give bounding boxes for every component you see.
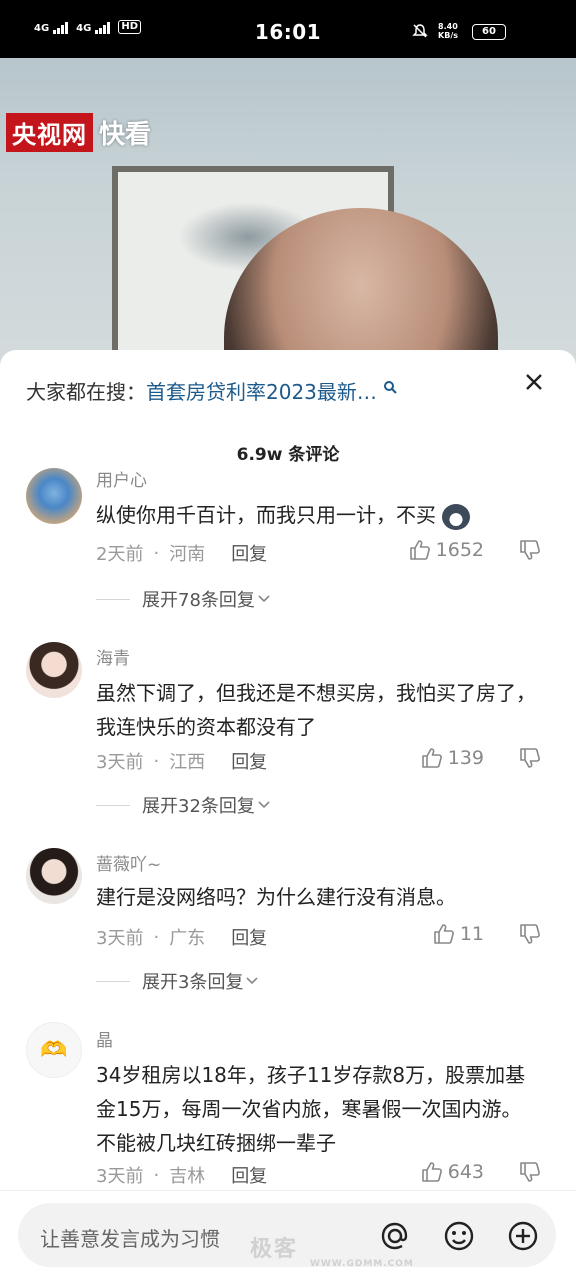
chevron-down-icon — [258, 801, 270, 809]
comment-time: 3天前 — [96, 752, 144, 773]
avatar[interactable] — [26, 848, 82, 904]
comment-username[interactable]: 晶 — [96, 1026, 113, 1051]
thumbs-down-icon[interactable] — [518, 1160, 542, 1184]
comment-time: 3天前 — [96, 1166, 144, 1187]
avatar[interactable]: 🫶 — [26, 1022, 82, 1078]
comment-location: 江西 — [169, 752, 206, 773]
expand-replies[interactable]: 展开3条回复 — [96, 968, 261, 994]
thumbs-down-icon[interactable] — [518, 746, 542, 770]
like-count: 11 — [459, 923, 484, 945]
like-button[interactable]: 139 — [420, 746, 484, 770]
comment-text: 虽然下调了，但我还是不想买房，我怕买了房了，我连快乐的资本都没有了 — [96, 681, 536, 739]
chevron-down-icon — [246, 977, 259, 985]
logo-sub: 快看 — [99, 120, 152, 150]
watermark-url: WWW.GDMM.COM — [310, 1259, 414, 1269]
thumbs-up-icon — [409, 540, 430, 560]
comment-time: 2天前 — [96, 544, 144, 565]
status-right: 8.40 KB/s — [412, 22, 458, 40]
comment-input-bar: 让善意发言成为习惯 极客 WWW.GDMM.COM — [0, 1190, 576, 1280]
search-term-link[interactable]: 首套房贷利率2023最新… — [146, 376, 377, 405]
network-speed: 8.40 KB/s — [438, 22, 458, 40]
thumbs-up-icon — [421, 1162, 442, 1182]
watermark: 极客 WWW.GDMM.COM — [250, 1231, 414, 1269]
reply-button[interactable]: 回复 — [231, 748, 267, 774]
heart-hands-icon: 🫶 — [40, 1037, 68, 1063]
like-count: 1652 — [435, 539, 484, 561]
avatar[interactable] — [26, 468, 82, 524]
reply-button[interactable]: 回复 — [231, 540, 267, 566]
watermark-text: 极客 — [250, 1237, 299, 1262]
thumbs-up-icon — [421, 748, 442, 768]
plus-icon[interactable] — [506, 1219, 540, 1253]
comment-username[interactable]: 用户心 — [96, 466, 147, 491]
video-player[interactable]: 央视网 快看 — [0, 58, 576, 368]
chevron-down-icon — [258, 595, 270, 603]
channel-logo: 央视网 快看 — [6, 113, 151, 152]
expand-replies[interactable]: 展开32条回复 — [96, 792, 273, 818]
comment-meta: 3天前 · 江西 回复 — [96, 748, 267, 774]
comment-meta: 3天前 · 广东 回复 — [96, 924, 267, 950]
status-bar: 4G 4G HD 16:01 8.40 KB/s 60 — [0, 0, 576, 58]
thumbs-up-icon — [434, 924, 454, 944]
comment-username[interactable]: 蔷薇吖~ — [96, 850, 161, 875]
search-prefix: 大家都在搜： — [26, 380, 146, 404]
trending-search[interactable]: 大家都在搜： 首套房贷利率2023最新… — [26, 376, 397, 405]
thumbs-down-icon[interactable] — [518, 538, 542, 562]
comment-location: 河南 — [169, 544, 206, 565]
comment-username[interactable]: 海青 — [96, 644, 130, 669]
mute-icon — [412, 24, 428, 38]
reply-button[interactable]: 回复 — [231, 1162, 267, 1188]
comment-location: 吉林 — [169, 1166, 206, 1187]
close-icon[interactable] — [522, 370, 546, 394]
comment-input-placeholder: 让善意发言成为习惯 — [40, 1227, 220, 1251]
like-count: 643 — [447, 1161, 484, 1183]
comment-location: 广东 — [169, 928, 206, 949]
comment-text: 建行是没网络吗？为什么建行没有消息。 — [96, 885, 456, 909]
comment-count: 6.9w 条评论 — [236, 445, 340, 465]
comment-text: 34岁租房以18年，孩子11岁存款8万，股票加基金15万，每周一次省内旅，寒暑假… — [96, 1063, 526, 1155]
comment-meta: 2天前 · 河南 回复 — [96, 540, 267, 566]
comment-text: 纵使你用千百计，而我只用一计，不买 — [96, 498, 536, 532]
comment-text-body: 纵使你用千百计，而我只用一计，不买 — [96, 503, 436, 527]
expand-replies-label: 展开3条回复 — [142, 972, 244, 993]
husky-emoji-icon — [442, 503, 471, 530]
expand-replies-label: 展开32条回复 — [142, 796, 255, 817]
speed-value: 8.40 — [438, 22, 458, 31]
like-button[interactable]: 11 — [432, 922, 484, 946]
battery-indicator: 60 — [472, 24, 506, 40]
reply-button[interactable]: 回复 — [231, 924, 267, 950]
expand-replies-label: 展开78条回复 — [142, 590, 255, 611]
comment-meta: 3天前 · 吉林 回复 — [96, 1162, 267, 1188]
logo-main: 央视网 — [6, 113, 93, 152]
thumbs-down-icon[interactable] — [518, 922, 542, 946]
search-icon[interactable] — [383, 380, 397, 394]
like-count: 139 — [447, 747, 484, 769]
avatar[interactable] — [26, 642, 82, 698]
comment-time: 3天前 — [96, 928, 144, 949]
expand-replies[interactable]: 展开78条回复 — [96, 586, 273, 612]
speed-unit: KB/s — [438, 31, 458, 40]
comment-sheet: 大家都在搜： 首套房贷利率2023最新… 6.9w 条评论 用户心 纵使你用千百… — [0, 350, 576, 1280]
like-button[interactable]: 1652 — [408, 538, 484, 562]
like-button[interactable]: 643 — [420, 1160, 484, 1184]
emoji-icon[interactable] — [442, 1219, 476, 1253]
